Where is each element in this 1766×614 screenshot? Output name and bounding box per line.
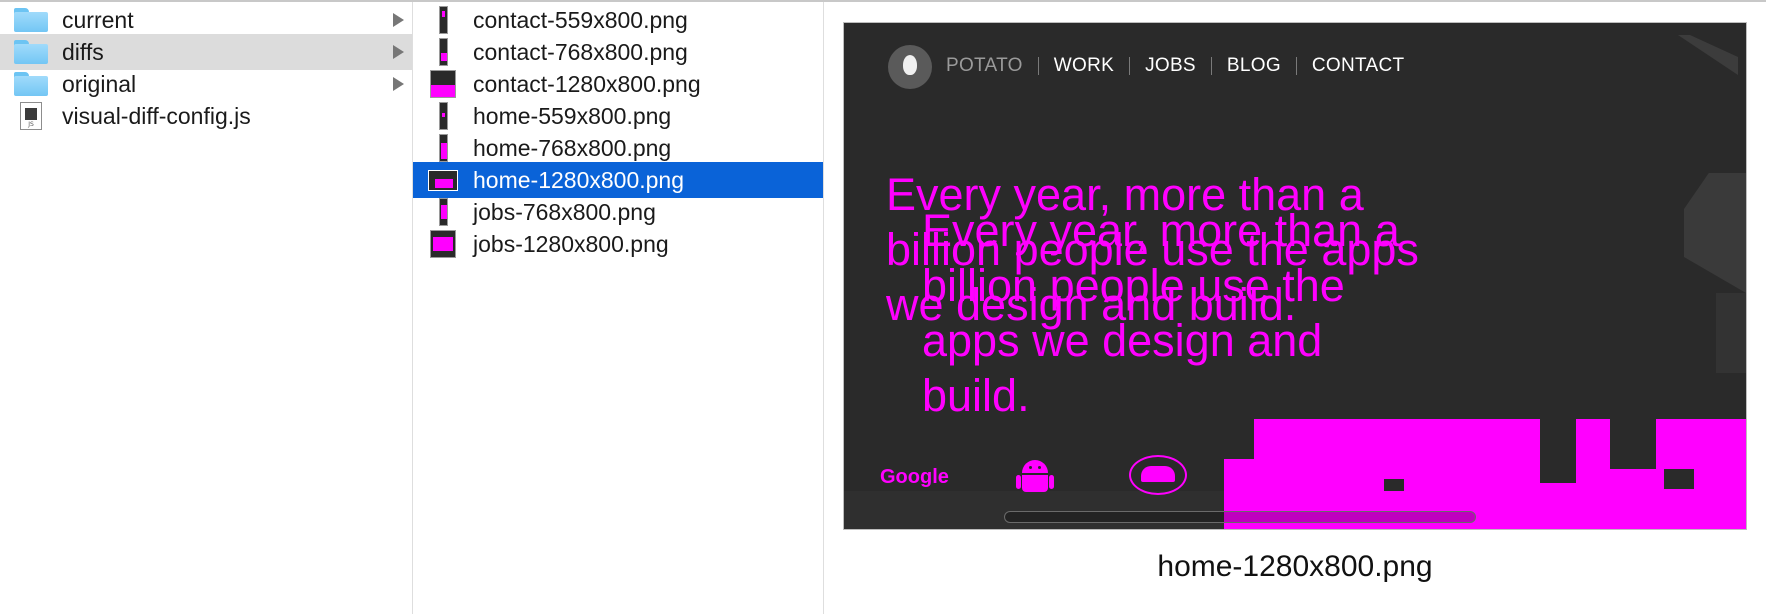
android-logo-icon [1016, 460, 1054, 496]
file-label: contact-559x800.png [473, 6, 688, 33]
file-label: contact-1280x800.png [473, 70, 701, 97]
decorative-shape [1716, 293, 1746, 373]
site-nav: POTATO WORK JOBS BLOG CONTACT [946, 55, 1404, 77]
js-file-icon: JS [20, 102, 42, 130]
preview-pane: POTATO WORK JOBS BLOG CONTACT Every year… [824, 2, 1766, 614]
image-preview[interactable]: POTATO WORK JOBS BLOG CONTACT Every year… [844, 23, 1746, 529]
decorative-shape [1684, 173, 1746, 293]
file-label: contact-768x800.png [473, 38, 688, 65]
file-row[interactable]: contact-559x800.png [413, 2, 823, 38]
finder-column-diffs[interactable]: contact-559x800.png contact-768x800.png … [413, 2, 824, 614]
disclosure-arrow-icon [393, 13, 404, 27]
image-thumbnail-icon [428, 169, 458, 191]
image-thumbnail-icon [430, 230, 456, 258]
file-row[interactable]: contact-1280x800.png [413, 66, 823, 102]
file-row[interactable]: home-559x800.png [413, 98, 823, 134]
image-thumbnail-icon [430, 70, 456, 98]
file-label: home-768x800.png [473, 134, 672, 161]
folder-row-current[interactable]: current [0, 2, 412, 38]
nav-item-blog: BLOG [1226, 55, 1281, 76]
folder-icon [14, 40, 48, 64]
image-thumbnail-icon [438, 102, 448, 130]
preview-scrollbar[interactable] [1004, 511, 1476, 523]
folder-label: original [62, 70, 137, 97]
file-label: visual-diff-config.js [62, 102, 251, 129]
preview-filename: home-1280x800.png [1157, 550, 1433, 583]
disclosure-arrow-icon [393, 77, 404, 91]
folder-icon [14, 8, 48, 32]
file-label: home-1280x800.png [473, 166, 684, 193]
white-house-seal-icon [1129, 455, 1187, 495]
file-row[interactable]: home-768x800.png [413, 130, 823, 166]
nav-item-work: WORK [1053, 55, 1115, 76]
folder-row-original[interactable]: original [0, 66, 412, 102]
potato-logo-icon [888, 45, 932, 89]
folder-row-diffs[interactable]: diffs [0, 34, 412, 70]
file-label: home-559x800.png [473, 102, 672, 129]
image-thumbnail-icon [438, 198, 448, 226]
image-thumbnail-icon [438, 134, 448, 162]
disclosure-arrow-icon [393, 45, 404, 59]
finder-column-parent[interactable]: current diffs original JS visual-diff-co… [0, 2, 413, 614]
folder-label: diffs [62, 38, 104, 65]
nav-item-contact: CONTACT [1311, 55, 1405, 76]
file-row[interactable]: jobs-1280x800.png [413, 226, 823, 262]
file-row[interactable]: jobs-768x800.png [413, 194, 823, 230]
hero-headline-diff: Every year, more than a billion people u… [922, 205, 1400, 421]
folder-icon [14, 72, 48, 96]
folder-label: current [62, 6, 134, 33]
image-thumbnail-icon [438, 6, 448, 34]
nav-brand: POTATO [946, 55, 1023, 76]
file-row[interactable]: contact-768x800.png [413, 34, 823, 70]
image-thumbnail-icon [438, 38, 448, 66]
file-row-selected[interactable]: home-1280x800.png [413, 162, 823, 198]
file-label: jobs-768x800.png [473, 198, 656, 225]
google-logo: Google [880, 466, 949, 488]
file-label: jobs-1280x800.png [473, 230, 669, 257]
file-row-visual-diff-config[interactable]: JS visual-diff-config.js [0, 98, 412, 134]
nav-item-jobs: JOBS [1145, 55, 1196, 76]
decorative-shape [1678, 35, 1738, 75]
